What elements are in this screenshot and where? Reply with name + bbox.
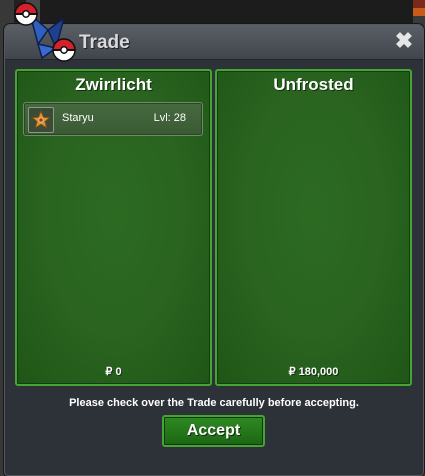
my-offer-panel: Zwirrlicht Staryu Lvl: 28 ₽ 0: [15, 69, 212, 386]
partner-player-name: Unfrosted: [273, 75, 354, 94]
trade-window: Trade ✖ Zwirrlicht Staryu Lvl: 28 ₽ 0 Un…: [4, 24, 424, 476]
window-title: Trade: [79, 32, 130, 53]
partner-money: ₽ 180,000: [288, 366, 339, 378]
trade-notice: Please check over the Trade carefully be…: [69, 397, 359, 409]
item-level: Lvl: 28: [153, 112, 186, 124]
pokeball-logo-icon: [8, 0, 78, 64]
accept-button[interactable]: Accept: [162, 415, 265, 447]
partner-offer-panel: Unfrosted ₽ 180,000: [215, 69, 412, 386]
my-money: ₽ 0: [105, 366, 122, 378]
item-name: Staryu: [62, 112, 94, 124]
close-icon[interactable]: ✖: [393, 29, 415, 53]
my-player-name: Zwirrlicht: [75, 75, 152, 94]
staryu-star-icon: [28, 107, 54, 133]
trade-item-row[interactable]: Staryu Lvl: 28: [23, 102, 203, 136]
